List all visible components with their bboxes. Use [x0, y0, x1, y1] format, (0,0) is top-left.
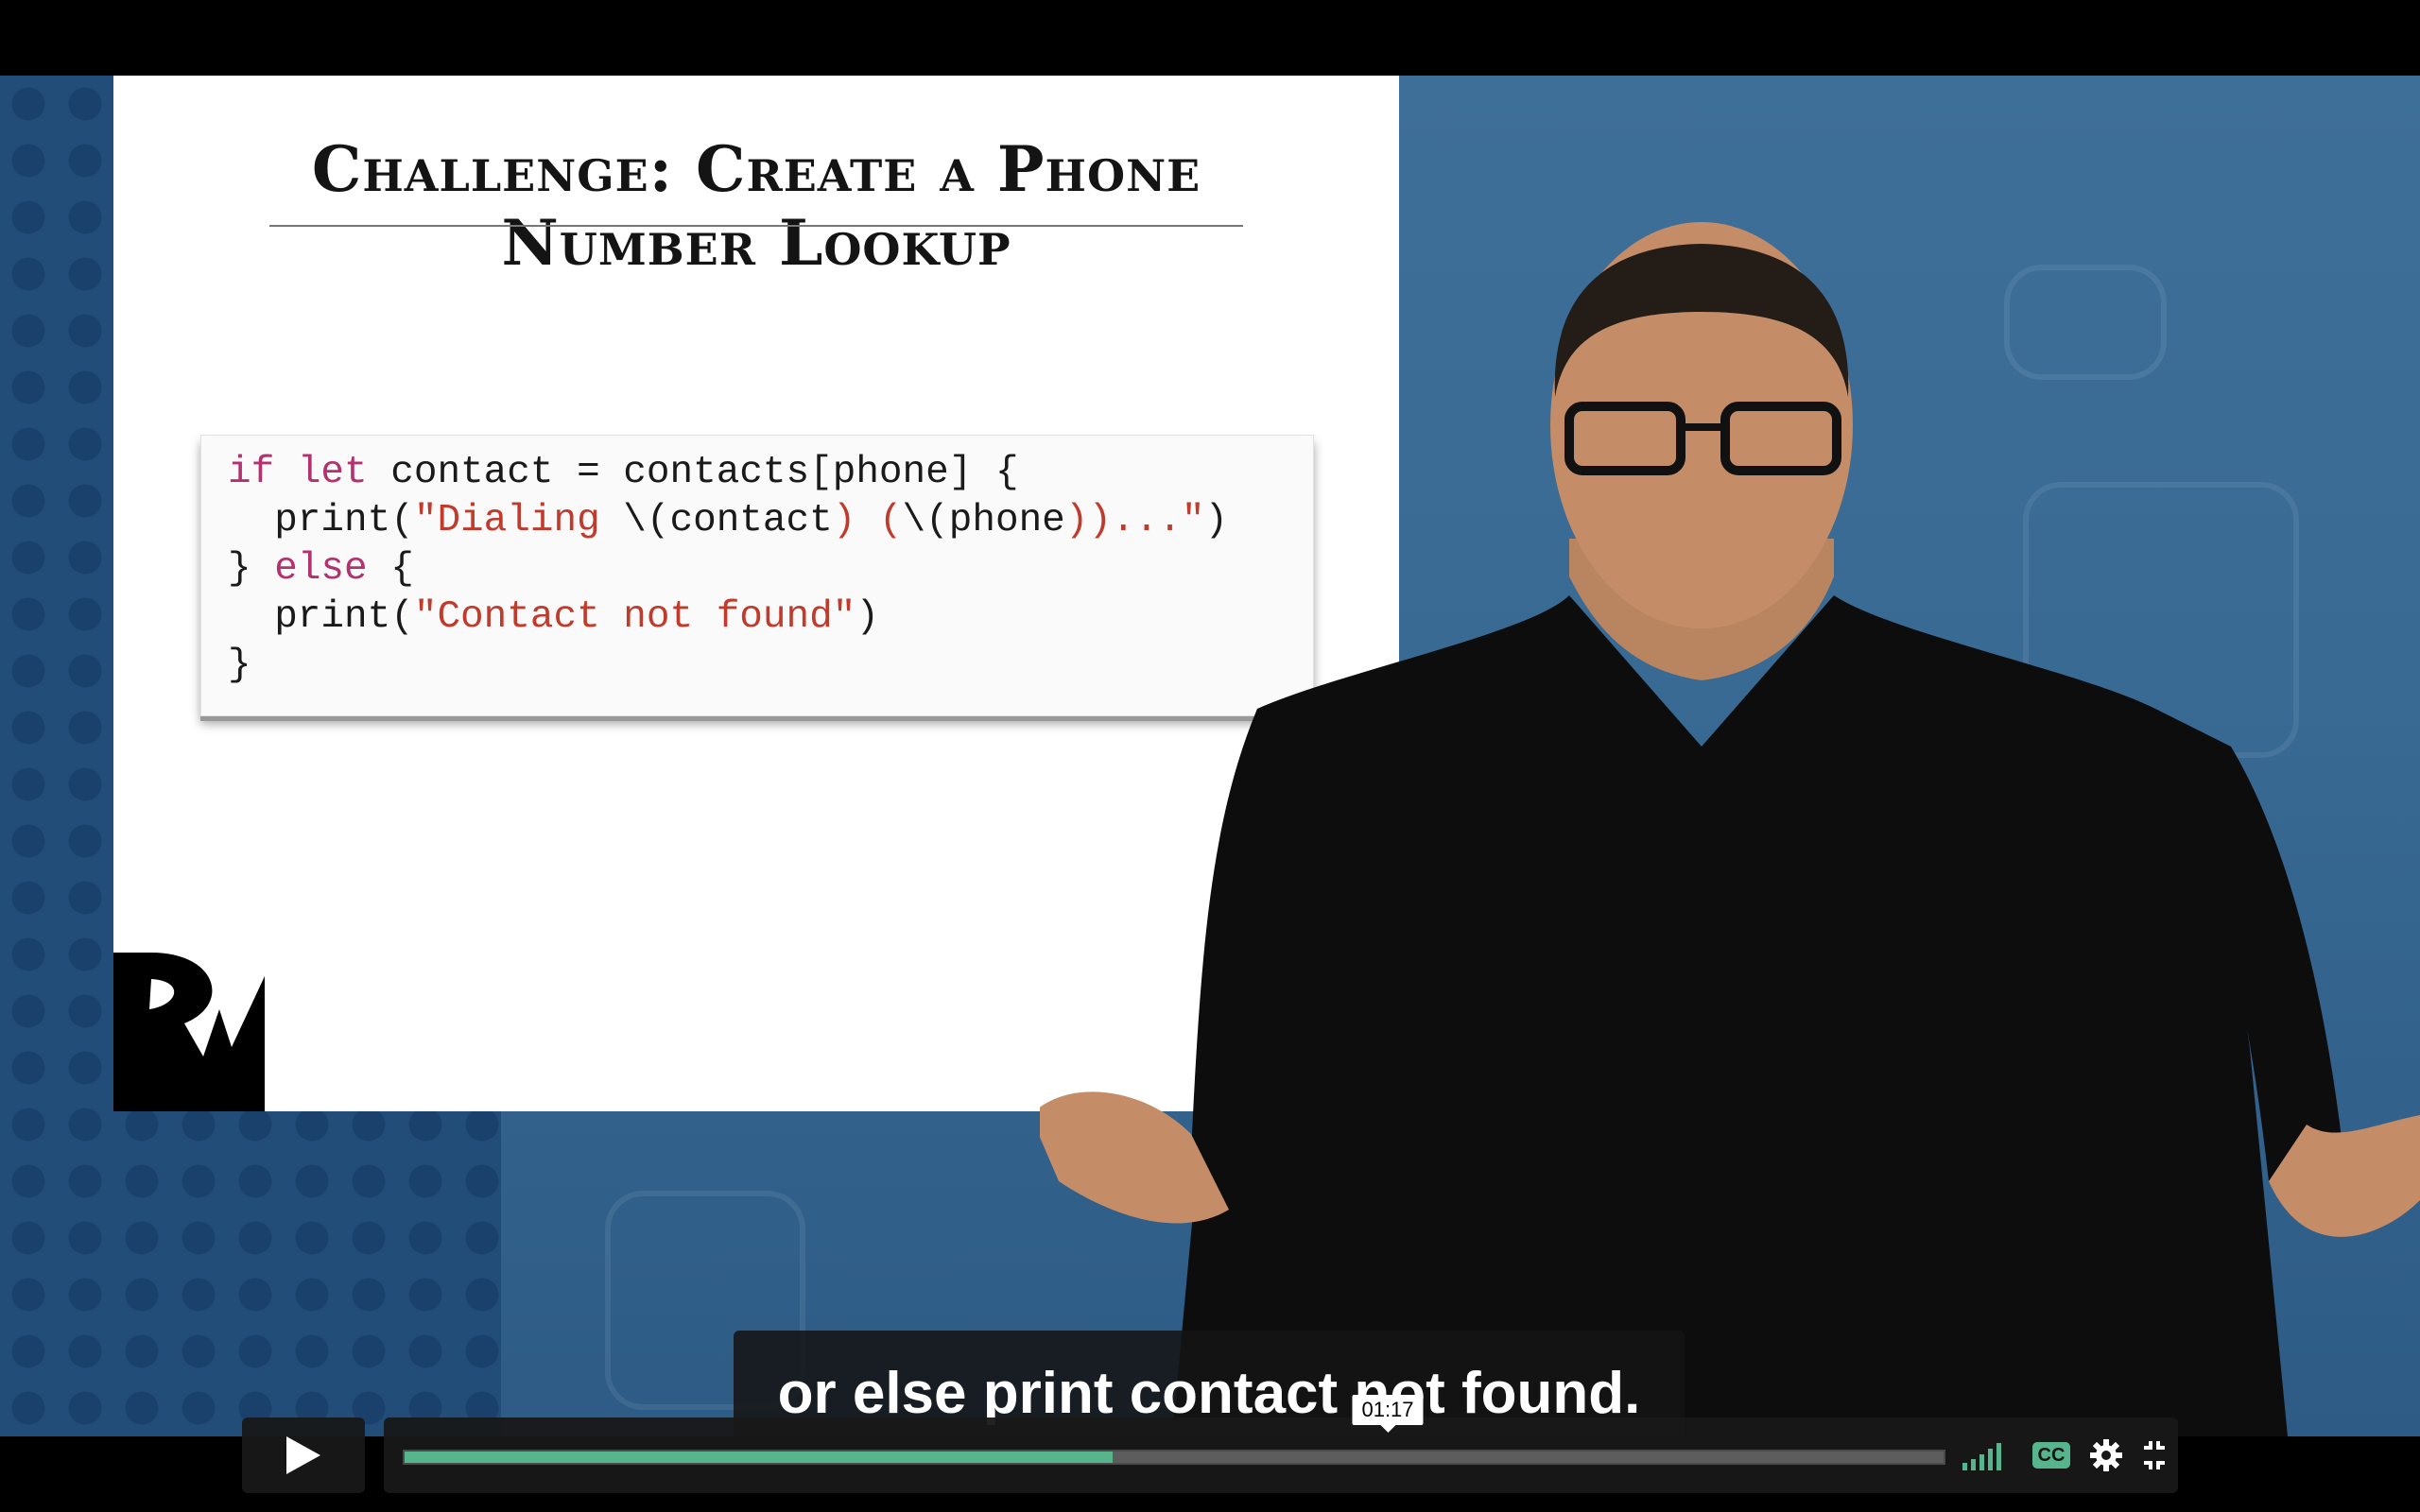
code-keyword: if — [228, 451, 275, 494]
code-text: print( — [228, 499, 414, 542]
gear-icon[interactable] — [2087, 1436, 2125, 1474]
code-text: contact = contacts[phone] { — [367, 451, 1019, 494]
code-text: print( — [228, 595, 414, 639]
code-string: "Dialing — [413, 499, 624, 542]
volume-icon[interactable] — [1961, 1436, 2008, 1474]
code-string: "Contact not found" — [413, 595, 856, 639]
control-bar: 01:17 CC — [384, 1395, 2178, 1493]
current-time-tooltip: 01:17 — [1352, 1395, 1424, 1433]
video-frame[interactable]: Challenge: Create a Phone Number Lookup … — [0, 76, 2420, 1436]
caption-text: or else print contact not found. — [777, 1360, 1641, 1426]
code-text: } — [228, 644, 251, 687]
code-text: } — [228, 547, 275, 591]
code-text: ) — [856, 595, 879, 639]
code-text: \( — [902, 499, 949, 542]
play-icon — [286, 1436, 320, 1474]
code-keyword: else — [274, 547, 368, 591]
presenter-figure — [1040, 222, 2420, 1436]
code-text: \( — [623, 499, 670, 542]
play-button[interactable] — [242, 1418, 365, 1493]
code-text: { — [367, 547, 414, 591]
progress-fill — [405, 1452, 1113, 1463]
code-keyword: let — [297, 451, 368, 494]
code-string: ) ( — [832, 499, 903, 542]
rw-logo — [113, 953, 265, 1111]
exit-fullscreen-icon[interactable] — [2140, 1436, 2169, 1474]
code-text: contact — [669, 499, 833, 542]
player-controls: 01:17 CC — [242, 1395, 2178, 1493]
progress-bar[interactable] — [403, 1450, 1945, 1465]
closed-captions-icon[interactable]: CC — [2032, 1442, 2070, 1469]
